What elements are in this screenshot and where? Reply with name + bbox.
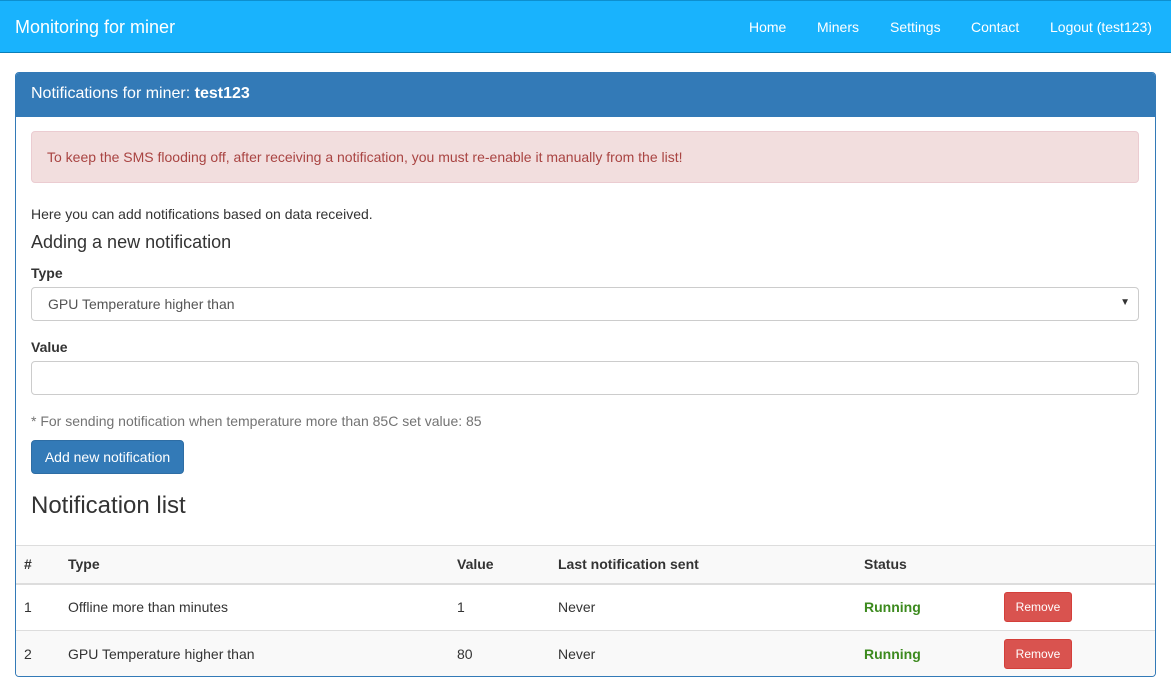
row-value: 1 (449, 583, 550, 631)
remove-button[interactable]: Remove (1004, 592, 1072, 623)
table-row: 2 GPU Temperature higher than 80 Never R… (16, 630, 1155, 676)
column-header-value: Value (449, 545, 550, 585)
brand-link[interactable]: Monitoring for miner (15, 17, 175, 38)
nav-item-logout[interactable]: Logout (test123) (1050, 19, 1152, 35)
caret-down-icon: ▼ (1120, 297, 1130, 308)
value-input[interactable] (31, 361, 1139, 395)
add-notification-title: Adding a new notification (31, 232, 232, 252)
sms-warning-alert: To keep the SMS flooding off, after rece… (31, 131, 1139, 183)
type-select[interactable]: GPU Temperature higher than ▼ (31, 287, 1139, 321)
form-intro-text: Here you can add notifications based on … (31, 206, 373, 222)
status-badge: Running (864, 646, 921, 663)
row-status-cell: Running (856, 630, 996, 676)
notification-table: # Type Value Last notification sent Stat… (16, 545, 1155, 676)
row-index: 1 (16, 583, 60, 631)
value-label: Value (31, 339, 68, 355)
status-badge: Running (864, 599, 921, 616)
column-header-last-sent: Last notification sent (550, 545, 856, 585)
row-last-sent: Never (550, 630, 856, 676)
notification-list-title: Notification list (31, 492, 186, 519)
row-index: 2 (16, 630, 60, 676)
row-action-cell: Remove (996, 630, 1155, 676)
row-type: GPU Temperature higher than (60, 630, 449, 676)
nav-item-contact[interactable]: Contact (971, 19, 1019, 35)
top-navbar: Monitoring for miner Home Miners Setting… (0, 0, 1171, 53)
table-row: 1 Offline more than minutes 1 Never Runn… (16, 583, 1155, 631)
miner-name: test123 (194, 85, 250, 102)
row-action-cell: Remove (996, 583, 1155, 631)
notifications-panel: Notifications for miner: test123 To keep… (15, 72, 1156, 677)
row-status-cell: Running (856, 583, 996, 631)
column-header-index: # (16, 545, 60, 585)
panel-heading-prefix: Notifications for miner: (31, 85, 195, 102)
table-header-row: # Type Value Last notification sent Stat… (16, 545, 1155, 585)
alert-text: To keep the SMS flooding off, after rece… (47, 149, 683, 165)
column-header-status: Status (856, 545, 996, 585)
row-type: Offline more than minutes (60, 583, 449, 631)
column-header-type: Type (60, 545, 449, 585)
nav-item-miners[interactable]: Miners (817, 19, 859, 35)
row-value: 80 (449, 630, 550, 676)
notification-table-wrapper: # Type Value Last notification sent Stat… (16, 545, 1155, 676)
nav-item-settings[interactable]: Settings (890, 19, 941, 35)
nav-item-home[interactable]: Home (749, 19, 786, 35)
value-hint: * For sending notification when temperat… (31, 413, 482, 429)
type-label: Type (31, 265, 63, 281)
remove-button[interactable]: Remove (1004, 639, 1072, 670)
panel-heading: Notifications for miner: test123 (16, 73, 1155, 117)
column-header-actions (996, 545, 1155, 585)
row-last-sent: Never (550, 583, 856, 631)
add-notification-button[interactable]: Add new notification (31, 440, 184, 474)
type-select-value: GPU Temperature higher than (48, 296, 235, 312)
